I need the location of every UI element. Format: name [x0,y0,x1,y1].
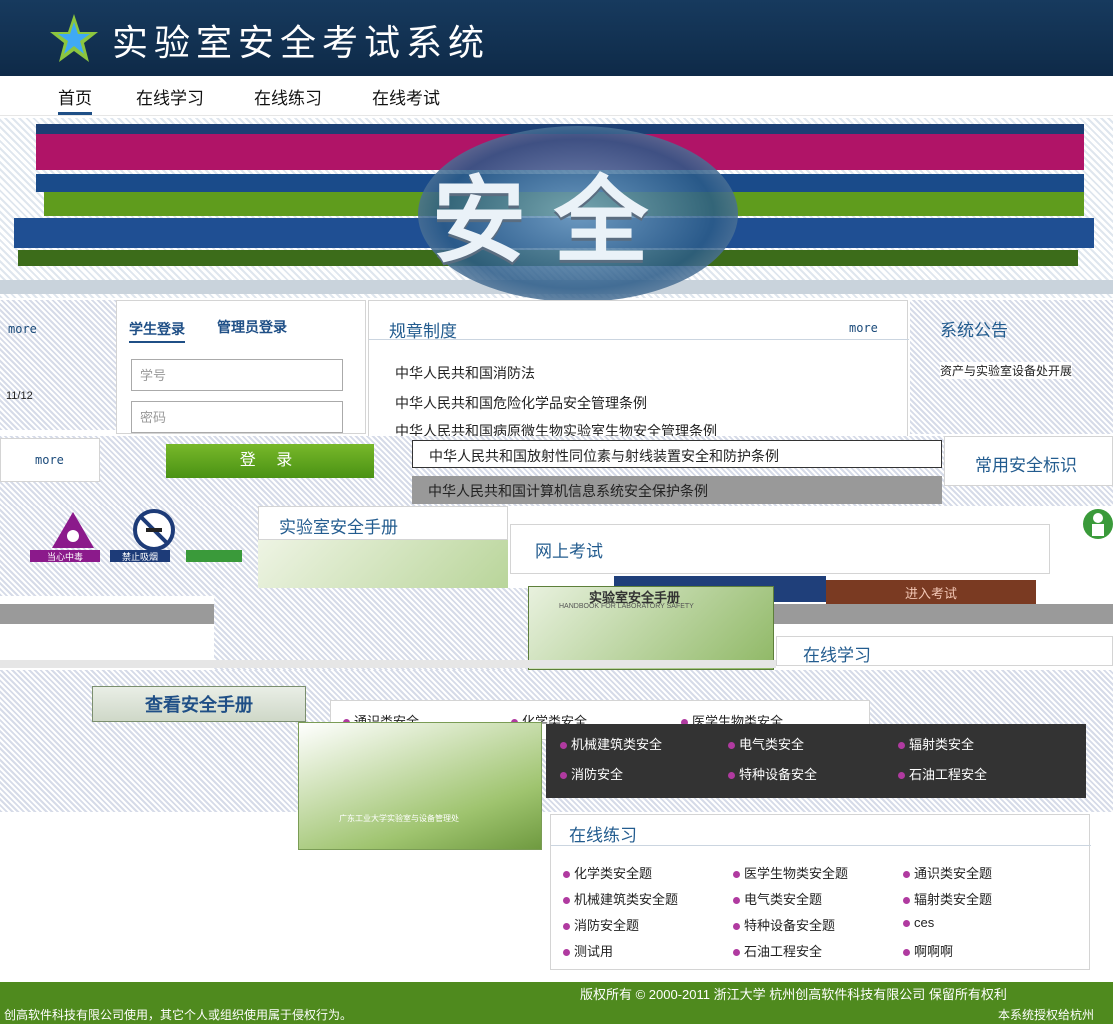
left-more-link[interactable]: more [8,322,37,336]
footer: 版权所有 © 2000-2011 浙江大学 杭州创高软件科技有限公司 保留所有权… [0,982,1113,1024]
practice-item[interactable]: 石油工程安全 [733,941,822,960]
tab-admin-login[interactable]: 管理员登录 [217,317,287,337]
regulation-item[interactable]: 中华人民共和国放射性同位素与射线装置安全和防护条例 [429,446,779,466]
handbook-cover-subtitle: HANDBOOK FOR LABORATORY SAFETY [559,603,694,610]
regulation-item[interactable]: 中华人民共和国计算机信息系统安全保护条例 [428,481,708,501]
nav-online-practice[interactable]: 在线练习 [254,84,322,109]
study-item[interactable]: 辐射类安全 [898,734,974,753]
regulations-panel: 规章制度 more 中华人民共和国消防法 中华人民共和国危险化学品安全管理条例 … [368,300,909,440]
logo-icon [50,14,98,62]
bullet-icon [903,897,910,905]
regulation-item[interactable]: 中华人民共和国危险化学品安全管理条例 [395,393,647,413]
handbook-cover-caption: 广东工业大学实验室与设备管理处 [339,814,459,823]
online-practice-panel: 在线练习 化学类安全题 医学生物类安全题 通识类安全题 机械建筑类安全题 电气类… [550,814,1091,970]
app-title: 实验室安全考试系统 [112,23,491,64]
practice-item[interactable]: 测试用 [563,941,613,960]
divider [369,339,909,340]
left-date: 11/12 [6,390,33,402]
practice-item[interactable]: 消防安全题 [563,915,639,934]
announcement-item[interactable]: 资产与实验室设备处开展 [940,362,1073,379]
bullet-icon [563,949,570,957]
study-item[interactable]: 电气类安全 [728,734,804,753]
online-study-title: 在线学习 [803,646,871,665]
exam-title: 网上考试 [535,542,603,561]
online-study-list: 机械建筑类安全 电气类安全 辐射类安全 消防安全 特种设备安全 石油工程安全 [546,724,1086,798]
nav-online-exam[interactable]: 在线考试 [372,84,440,109]
no-smoking-icon [132,508,176,552]
header-bar: 实验室安全考试系统 [0,0,1113,76]
regulations-more-link[interactable]: more [849,321,878,335]
signs-panel: 当心中毒 禁止吸烟 [0,506,258,596]
footer-copyright: 版权所有 © 2000-2011 浙江大学 杭州创高软件科技有限公司 保留所有权… [580,987,1007,1002]
bullet-icon [733,923,740,931]
divider [551,845,1091,846]
login-button[interactable]: 登 录 [166,444,374,478]
announcement-more-box: more [0,438,100,482]
bullet-icon [733,871,740,879]
bullet-icon [898,772,905,780]
nav-home[interactable]: 首页 [58,84,92,115]
practice-item[interactable]: 辐射类安全题 [903,889,992,908]
signs-header: 常用安全标识 [944,436,1113,486]
banner-slogan: 安全 [432,167,677,276]
signs-title: 常用安全标识 [975,456,1077,475]
main-nav: 首页 在线学习 在线练习 在线考试 [0,76,1113,116]
announcement-panel: 系统公告 资产与实验室设备处开展 [910,300,1113,434]
view-handbook-button[interactable]: 查看安全手册 [92,686,306,722]
toxic-warning-icon [50,510,96,550]
login-panel: 学生登录 管理员登录 学号 密码 [116,300,366,434]
handbook-cover[interactable]: 实验室安全手册 HANDBOOK FOR LABORATORY SAFETY [528,586,774,670]
study-item[interactable]: 消防安全 [560,764,623,783]
regulation-item[interactable]: 中华人民共和国消防法 [395,363,535,383]
no-smoking-label: 禁止吸烟 [110,550,170,562]
bullet-icon [563,871,570,879]
handbook-title: 实验室安全手册 [279,518,398,537]
announcement-title: 系统公告 [940,321,1008,340]
practice-item[interactable]: 医学生物类安全题 [733,863,848,882]
protective-suit-icon [1082,504,1113,544]
divider [0,660,776,668]
announcement-more-link[interactable]: more [35,453,64,467]
practice-item[interactable]: 通识类安全题 [903,863,992,882]
handbook-cover-large[interactable]: 广东工业大学实验室与设备管理处 [298,722,542,850]
practice-item[interactable]: ces [903,915,934,930]
online-study-header: 在线学习 [776,636,1113,666]
study-item[interactable]: 石油工程安全 [898,764,987,783]
bullet-icon [728,742,735,750]
bullet-icon [560,742,567,750]
student-id-input[interactable]: 学号 [131,359,343,391]
exam-header: 网上考试 [510,524,1050,574]
bullet-icon [733,897,740,905]
regulation-row-dim: 中华人民共和国计算机信息系统安全保护条例 [412,476,942,504]
handbook-preview-strip [258,540,508,588]
bullet-icon [903,871,910,879]
tab-student-login[interactable]: 学生登录 [129,319,185,343]
bullet-icon [563,897,570,905]
regulation-row-highlight: 中华人民共和国放射性同位素与射线装置安全和防护条例 [412,440,942,468]
practice-item[interactable]: 啊啊啊 [903,941,953,960]
left-info-panel: more 11/12 [0,300,116,430]
bullet-icon [903,949,910,957]
study-item[interactable]: 机械建筑类安全 [560,734,662,753]
handbook-header: 实验室安全手册 [258,506,508,540]
study-item[interactable]: 特种设备安全 [728,764,817,783]
bullet-icon [728,772,735,780]
practice-item[interactable]: 特种设备安全题 [733,915,835,934]
practice-item[interactable]: 电气类安全题 [733,889,822,908]
practice-item[interactable]: 机械建筑类安全题 [563,889,678,908]
toxic-warning-label: 当心中毒 [30,550,100,562]
bullet-icon [733,949,740,957]
footer-notice: 创高软件科技有限公司使用，其它个人或组织使用属于侵权行为。 [4,1008,353,1022]
online-practice-title: 在线练习 [569,826,637,845]
bullet-icon [903,920,910,928]
nav-online-study[interactable]: 在线学习 [136,84,204,109]
bullet-icon [560,772,567,780]
safety-sign-strip [186,550,242,562]
bullet-icon [898,742,905,750]
practice-item[interactable]: 化学类安全题 [563,863,652,882]
password-input[interactable]: 密码 [131,401,343,433]
footer-license: 本系统授权给杭州 [998,1008,1095,1022]
bullet-icon [563,923,570,931]
